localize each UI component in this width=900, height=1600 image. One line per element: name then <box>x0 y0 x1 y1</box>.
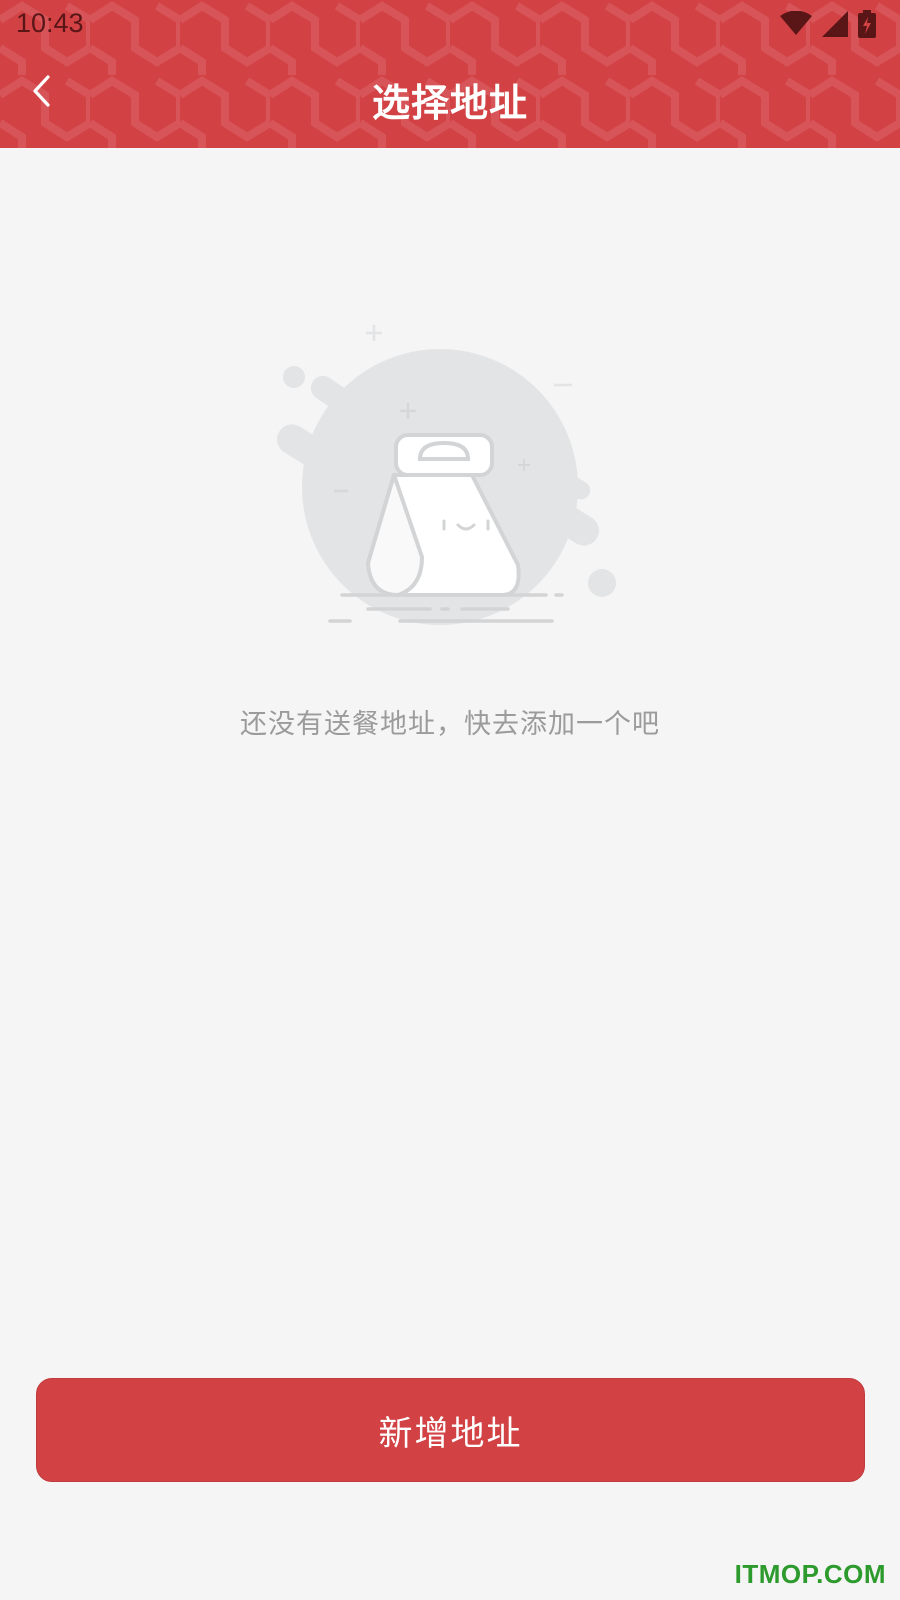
page-title: 选择地址 <box>371 81 528 125</box>
watermark: ITMOP.COM <box>734 1559 886 1589</box>
add-address-button[interactable]: 新增地址 <box>36 1378 865 1482</box>
add-address-label: 新增地址 <box>378 1413 523 1454</box>
status-time: 10:43 <box>16 8 84 38</box>
nav-bar: 选择地址 <box>0 50 900 148</box>
status-bar: 10:43 <box>0 0 900 50</box>
signal-icon <box>822 11 848 37</box>
empty-state-message: 还没有送餐地址，快去添加一个吧 <box>240 709 660 740</box>
app-header: 10:43 选择地址 <box>0 0 900 148</box>
status-icons <box>780 10 876 38</box>
battery-charging-icon <box>858 10 876 38</box>
wifi-icon <box>780 11 812 35</box>
empty-bag-illustration <box>277 325 616 625</box>
